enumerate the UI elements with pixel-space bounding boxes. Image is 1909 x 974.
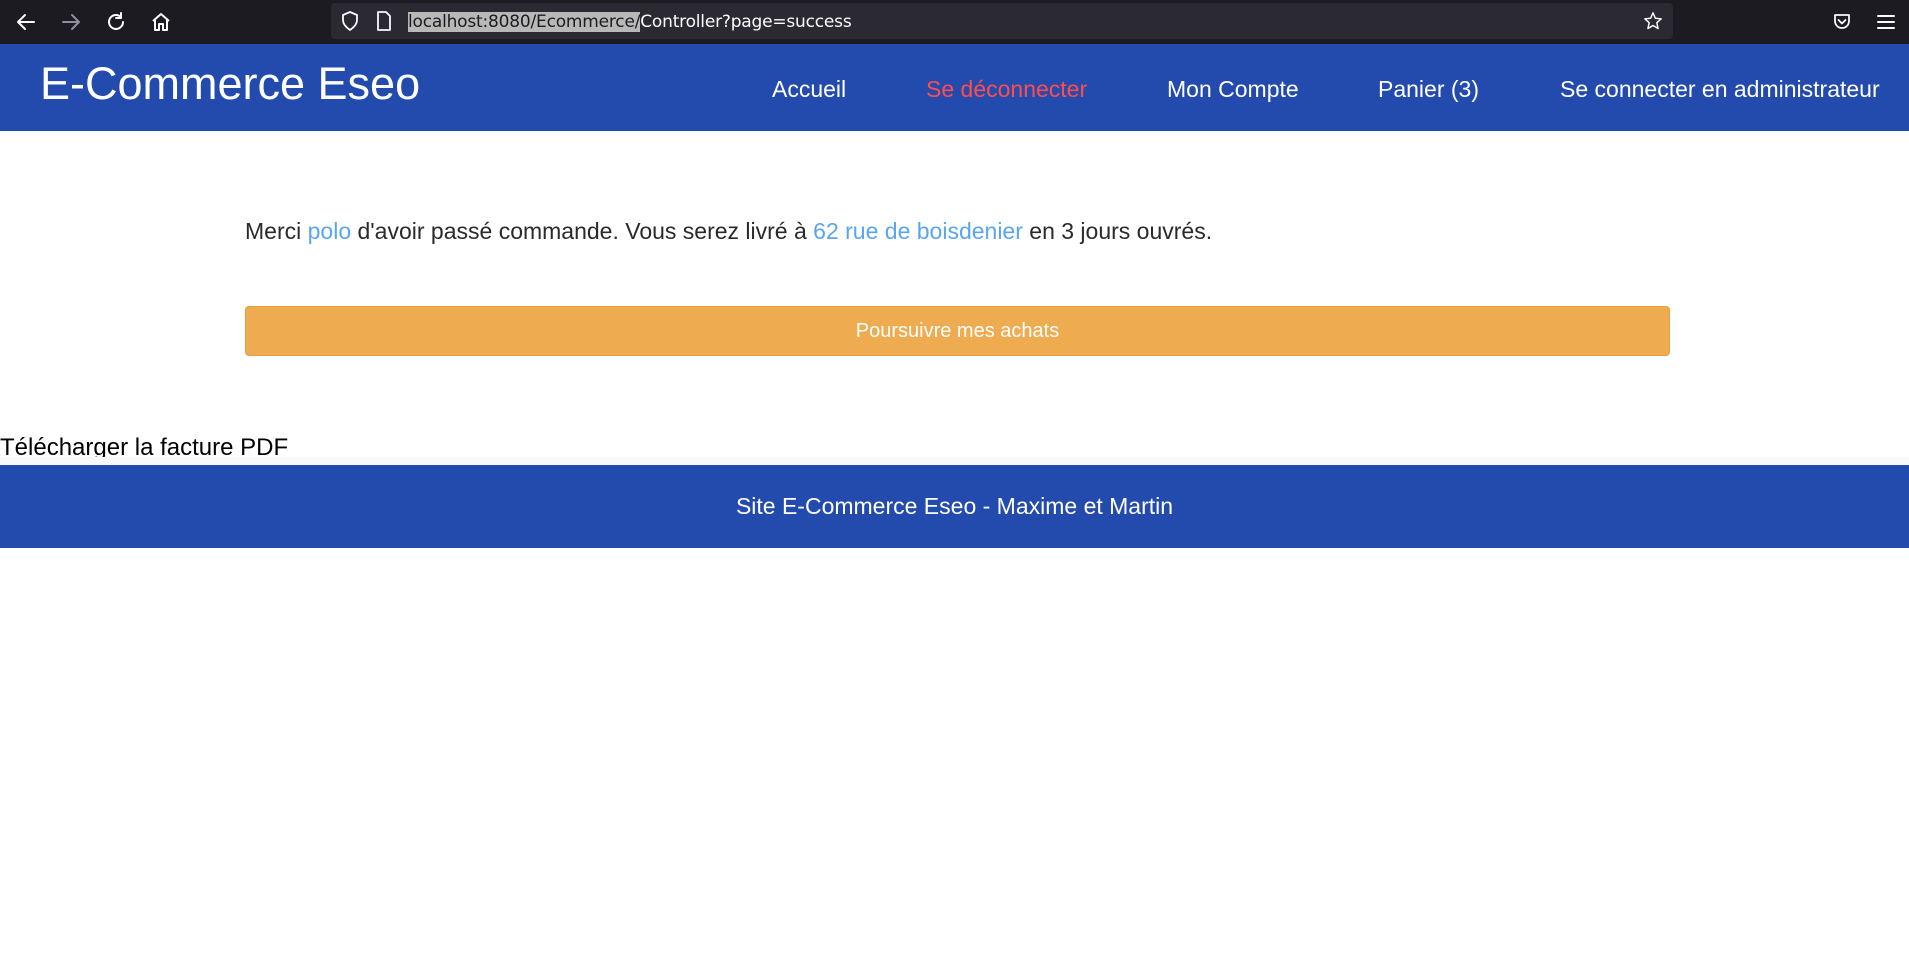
- customer-name: polo: [307, 218, 352, 244]
- site-footer: Site E-Commerce Eseo - Maxime et Martin: [0, 465, 1909, 548]
- nav-link-logout[interactable]: Se déconnecter: [926, 76, 1087, 103]
- page-icon[interactable]: [374, 11, 394, 31]
- url-rest-part: Controller?page=success: [640, 12, 852, 32]
- browser-toolbar: localhost:8080/Ecommerce/Controller?page…: [0, 0, 1909, 44]
- message-text-2: d'avoir passé commande. Vous serez livré…: [351, 218, 814, 244]
- message-text-3: en 3 jours ouvrés.: [1022, 218, 1213, 244]
- nav-link-account[interactable]: Mon Compte: [1167, 76, 1299, 103]
- pocket-icon[interactable]: [1826, 6, 1858, 38]
- delivery-address: 62 rue de boisdenier: [813, 218, 1023, 244]
- url-text[interactable]: localhost:8080/Ecommerce/Controller?page…: [408, 12, 852, 32]
- message-text-1: Merci: [245, 218, 308, 244]
- continue-shopping-button[interactable]: Poursuivre mes achats: [245, 306, 1670, 356]
- reload-icon[interactable]: [100, 6, 132, 38]
- nav-link-cart[interactable]: Panier (3): [1378, 76, 1479, 103]
- site-header: E-Commerce Eseo Accueil Se déconnecter M…: [0, 44, 1909, 131]
- back-arrow-icon[interactable]: [10, 6, 42, 38]
- footer-text: Site E-Commerce Eseo - Maxime et Martin: [735, 493, 1174, 519]
- nav-link-home[interactable]: Accueil: [772, 76, 846, 103]
- footer-separator: [0, 457, 1909, 465]
- url-selected-part: localhost:8080/Ecommerce/: [408, 12, 641, 32]
- shield-icon[interactable]: [340, 11, 360, 31]
- order-confirmation-message: Merci polo d'avoir passé commande. Vous …: [245, 218, 1212, 245]
- nav-link-admin-login[interactable]: Se connecter en administrateur: [1560, 76, 1880, 103]
- forward-arrow-icon[interactable]: [55, 6, 87, 38]
- menu-icon[interactable]: [1870, 6, 1902, 38]
- site-brand[interactable]: E-Commerce Eseo: [40, 58, 420, 110]
- home-icon[interactable]: [145, 6, 177, 38]
- star-icon[interactable]: [1643, 11, 1663, 31]
- url-bar[interactable]: localhost:8080/Ecommerce/Controller?page…: [331, 3, 1673, 39]
